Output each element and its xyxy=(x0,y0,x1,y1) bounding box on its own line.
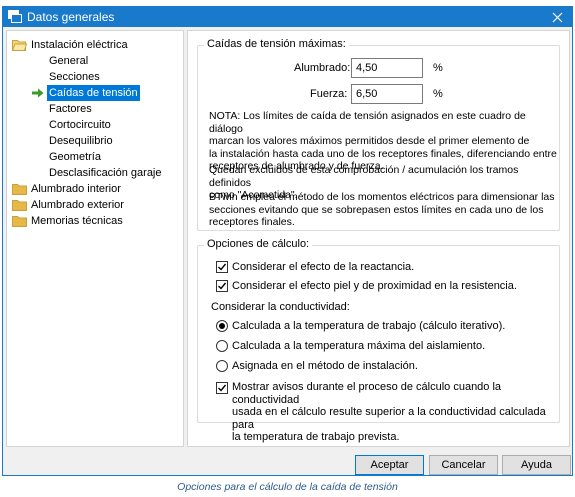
open-folder-icon xyxy=(12,40,27,51)
accept-button[interactable]: Aceptar xyxy=(355,455,424,475)
tree-item-label: Memorias técnicas xyxy=(31,215,123,227)
note-line: marcan los valores máximos permitidos de… xyxy=(209,135,530,147)
folder-icon xyxy=(12,216,27,227)
conductivity-label: Considerar la conductividad: xyxy=(211,301,350,313)
checkmark-icon xyxy=(218,282,227,290)
tree-item-label: Alumbrado interior xyxy=(31,183,121,195)
title-bar[interactable]: Datos generales xyxy=(3,7,572,27)
checkmark-icon xyxy=(218,263,227,271)
folder-icon xyxy=(12,200,27,211)
dialog-window: Datos generales Instalación eléctrica Ge… xyxy=(2,6,573,476)
radio-working-temp[interactable] xyxy=(216,320,228,332)
method-text: BTwin emplea el método de los momentos e… xyxy=(209,191,555,229)
tree-item-label: Desequilibrio xyxy=(49,135,113,147)
settings-panel: Caídas de tensión máximas: Alumbrado: % … xyxy=(187,30,570,447)
warnings-line: Mostrar avisos durante el proceso de cál… xyxy=(232,381,502,406)
help-button[interactable]: Ayuda xyxy=(502,455,571,475)
skin-effect-checkbox[interactable] xyxy=(216,280,228,292)
voltage-drop-legend: Caídas de tensión máximas: xyxy=(204,38,349,50)
tree-item-label: Alumbrado exterior xyxy=(31,199,124,211)
tree-item-label: Secciones xyxy=(49,71,100,83)
app-icon xyxy=(8,10,22,23)
radio-installation-method-label[interactable]: Asignada en el método de instalación. xyxy=(232,360,418,373)
radio-max-insulation-temp[interactable] xyxy=(216,340,228,352)
voltage-drop-group: Caídas de tensión máximas: Alumbrado: % … xyxy=(197,38,560,231)
excluded-line: Quedan excluidos de esta comprobación / … xyxy=(209,164,519,189)
cancel-button[interactable]: Cancelar xyxy=(429,455,498,475)
power-unit: % xyxy=(433,88,443,100)
warnings-line: usada en el cálculo resulte superior a l… xyxy=(232,406,546,431)
current-arrow-icon xyxy=(32,88,44,98)
reactance-label[interactable]: Considerar el efecto de la reactancia. xyxy=(232,261,414,274)
note-line: NOTA: Los límites de caída de tensión as… xyxy=(209,110,526,135)
calc-options-group: Opciones de cálculo: Considerar el efect… xyxy=(197,238,560,443)
checkmark-icon xyxy=(218,384,227,392)
tree-item-label: Factores xyxy=(49,103,92,115)
tree-item-label: Caídas de tensión xyxy=(47,85,140,101)
close-icon xyxy=(552,12,562,22)
lighting-label: Alumbrado: xyxy=(294,62,351,74)
power-input[interactable] xyxy=(351,84,423,104)
radio-max-insulation-temp-label[interactable]: Calculada a la temperatura máxima del ai… xyxy=(232,340,485,353)
tree-item-label: Geometría xyxy=(49,151,101,163)
warnings-label[interactable]: Mostrar avisos durante el proceso de cál… xyxy=(232,381,559,444)
figure-caption: Opciones para el cálculo de la caída de … xyxy=(177,481,398,493)
tree-item-label: Instalación eléctrica xyxy=(31,39,128,51)
method-line: receptores finales. xyxy=(209,216,295,228)
radio-installation-method[interactable] xyxy=(216,360,228,372)
folder-icon xyxy=(12,184,27,195)
close-button[interactable] xyxy=(542,7,572,27)
tree-item-label: Cortocircuito xyxy=(49,119,111,131)
radio-dot xyxy=(219,323,225,329)
note-line: la instalación hasta cada uno de los rec… xyxy=(209,147,557,160)
power-label: Fuerza: xyxy=(310,88,348,100)
section-tree[interactable]: Instalación eléctrica General Secciones … xyxy=(6,30,184,447)
warnings-line: la temperatura de trabajo prevista. xyxy=(232,431,400,443)
lighting-unit: % xyxy=(433,62,443,74)
radio-working-temp-label[interactable]: Calculada a la temperatura de trabajo (c… xyxy=(232,320,505,333)
method-line: BTwin emplea el método de los momentos e… xyxy=(209,191,555,203)
method-line: secciones evitando que se sobrepasen est… xyxy=(209,203,544,216)
tree-item-label: Desclasificación garaje xyxy=(49,167,162,179)
reactance-checkbox[interactable] xyxy=(216,261,228,273)
lighting-input[interactable] xyxy=(351,58,423,78)
window-title: Datos generales xyxy=(27,10,115,24)
warnings-checkbox[interactable] xyxy=(216,382,228,394)
tree-item-label: General xyxy=(49,55,89,67)
skin-effect-label[interactable]: Considerar el efecto piel y de proximida… xyxy=(232,280,517,293)
calc-options-legend: Opciones de cálculo: xyxy=(204,238,313,250)
